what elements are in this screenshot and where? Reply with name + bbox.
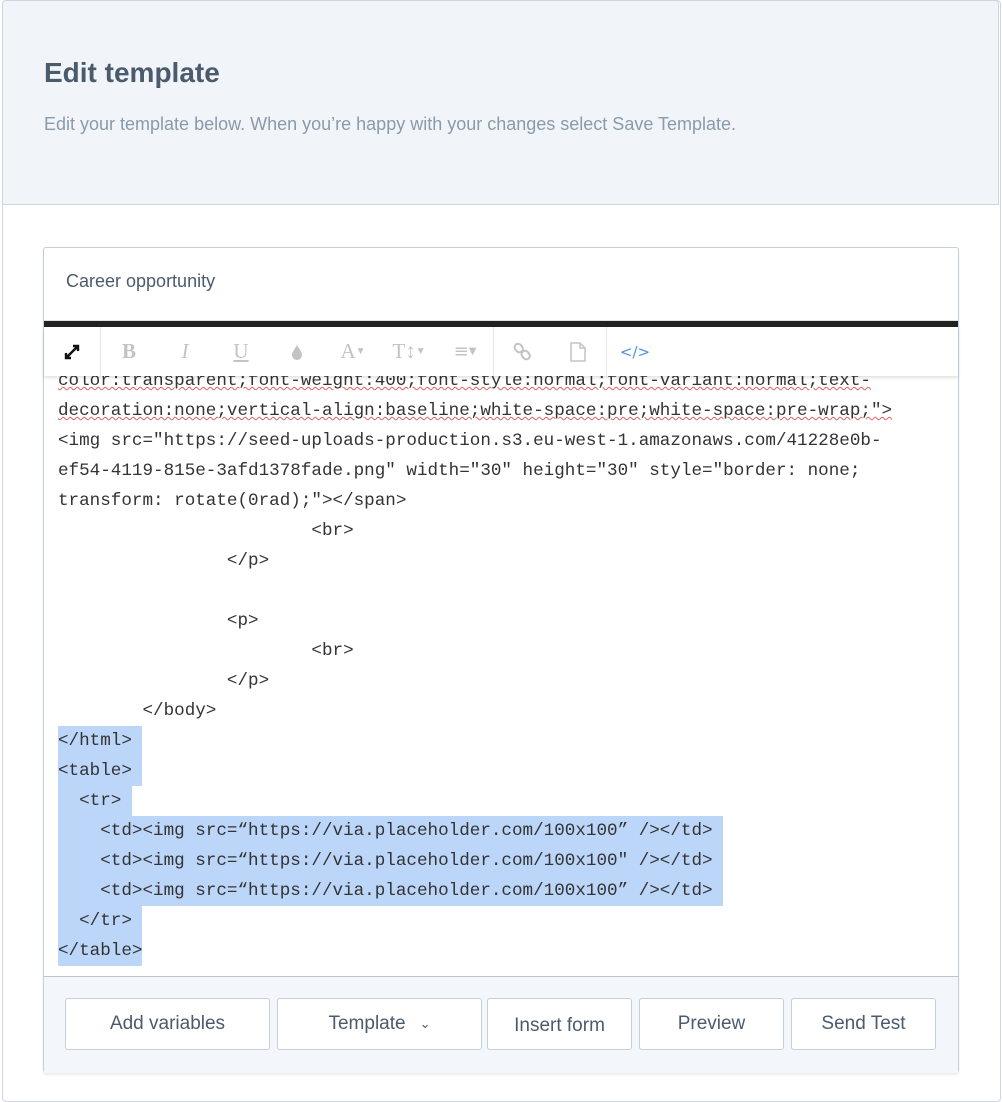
bold-icon[interactable]: B: [101, 327, 157, 376]
italic-icon[interactable]: I: [157, 327, 213, 376]
code-line-text: </p>: [58, 671, 270, 691]
code-line: decoration:none;vertical-align:baseline;…: [44, 396, 958, 426]
code-line-text: ef54-4119-815e-3afd1378fade.png" width="…: [58, 461, 861, 481]
code-line: <td><img src=“https://via.placeholder.co…: [44, 876, 958, 906]
code-line: </table>: [44, 936, 958, 966]
send-test-button[interactable]: Send Test: [791, 998, 936, 1050]
insert-form-button[interactable]: Insert form: [487, 998, 632, 1050]
color-drop-icon[interactable]: [269, 327, 325, 376]
code-line-text: transform: rotate(0rad);"></span>: [58, 491, 407, 511]
code-line-text: </table>: [58, 936, 143, 966]
align-icon[interactable]: ≡ ▼: [437, 327, 493, 376]
template-dropdown-button[interactable]: Template ⌄: [277, 998, 482, 1050]
code-line-text: <p>: [58, 611, 259, 631]
code-line-text: <tr>: [58, 786, 132, 816]
file-icon[interactable]: [550, 327, 606, 376]
code-line-text: <img src="https://seed-uploads-productio…: [58, 431, 882, 451]
code-line: <br>: [44, 516, 958, 546]
code-line: </tr>: [44, 906, 958, 936]
code-line: ef54-4119-815e-3afd1378fade.png" width="…: [44, 456, 958, 486]
code-line-text: <td><img src=“https://via.placeholder.co…: [58, 816, 724, 846]
text-size-icon[interactable]: T↕ ▼: [381, 327, 437, 376]
code-line-text: <td><img src=“https://via.placeholder.co…: [58, 876, 724, 906]
code-line: transform: rotate(0rad);"></span>: [44, 486, 958, 516]
code-line: <img src="https://seed-uploads-productio…: [44, 426, 958, 456]
preview-button[interactable]: Preview: [639, 998, 784, 1050]
page-header: Edit template Edit your template below. …: [2, 0, 999, 205]
code-line-text: <td><img src=“https://via.placeholder.co…: [58, 846, 724, 876]
code-line-text: <br>: [58, 521, 354, 541]
code-line: </html>: [44, 726, 958, 756]
subject-input[interactable]: [64, 270, 928, 293]
page-subtitle: Edit your template below. When you’re ha…: [44, 114, 737, 134]
code-line-text: </html>: [58, 726, 143, 756]
code-line: </p>: [44, 666, 958, 696]
code-line-text: <table>: [58, 756, 143, 786]
code-editor[interactable]: color:transparent;font-weight:400;font-s…: [44, 366, 958, 977]
code-line: </body>: [44, 696, 958, 726]
code-line-text: </body>: [58, 701, 217, 721]
code-view-icon[interactable]: </>: [607, 327, 663, 376]
font-icon[interactable]: A ▼: [325, 327, 381, 376]
chevron-down-icon: ⌄: [419, 1016, 431, 1031]
subject-field-wrap: [44, 248, 958, 321]
code-line: </p>: [44, 546, 958, 576]
code-line: <br>: [44, 636, 958, 666]
code-line: <tr>: [44, 786, 958, 816]
code-line: <td><img src=“https://via.placeholder.co…: [44, 816, 958, 846]
editor-footer: Add variables Template ⌄ Insert form Prev…: [44, 977, 958, 1073]
editor-toolbar: B I U A ▼ T↕ ▼ ≡ ▼ </>: [44, 327, 958, 376]
expand-icon[interactable]: [44, 327, 100, 376]
template-editor: B I U A▼ T↕▼ ≡▼ </> color:transparent;fo…: [43, 247, 959, 1073]
add-variables-button[interactable]: Add variables: [65, 998, 270, 1050]
underline-icon[interactable]: U: [213, 327, 269, 376]
code-line: <td><img src=“https://via.placeholder.co…: [44, 846, 958, 876]
template-label: Template: [328, 1013, 406, 1034]
code-line-text: <br>: [58, 641, 354, 661]
code-line-text: </tr>: [58, 906, 143, 936]
link-icon[interactable]: [494, 327, 550, 376]
code-line: <table>: [44, 756, 958, 786]
code-line-text: decoration:none;vertical-align:baseline;…: [58, 401, 893, 421]
code-line: <p>: [44, 606, 958, 636]
page-title: Edit template: [44, 57, 220, 88]
code-line-text: </p>: [58, 551, 270, 571]
